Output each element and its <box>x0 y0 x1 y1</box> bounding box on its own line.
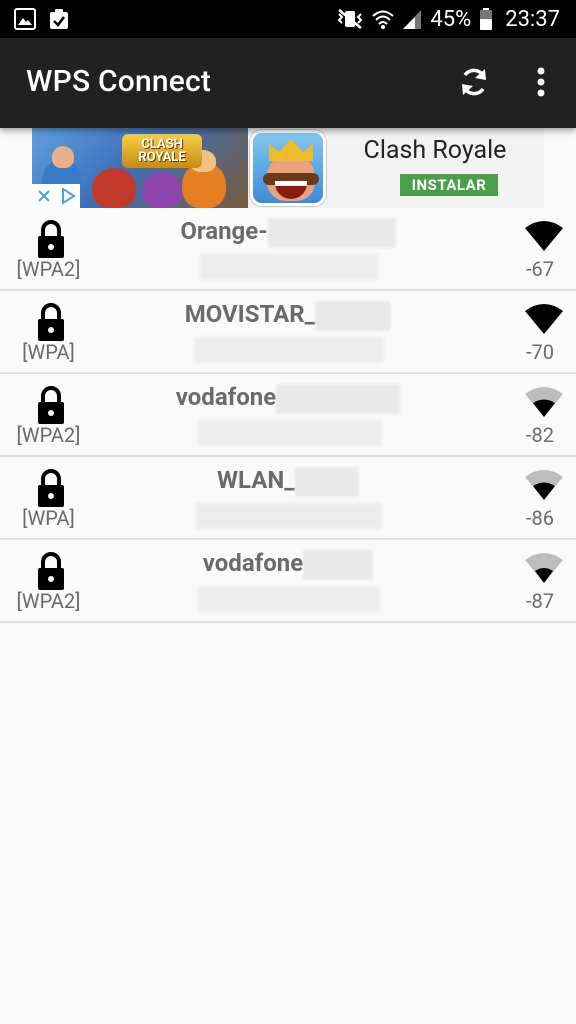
vibrate-mute-icon <box>337 9 363 29</box>
security-type: [WPA2] <box>16 589 81 613</box>
app-bar: WPS Connect <box>0 38 576 128</box>
network-bssid-blurred <box>194 337 384 363</box>
signal-strength: -86 <box>525 506 554 530</box>
battery-percent: 45% <box>430 6 472 32</box>
ad-game-logo: CLASH ROYALE <box>122 134 202 168</box>
clock: 23:37 <box>505 6 560 32</box>
ad-choices[interactable] <box>32 184 80 208</box>
network-ssid: vodafone <box>90 549 486 580</box>
lock-icon <box>38 386 64 424</box>
signal-strength: -82 <box>525 423 554 447</box>
close-icon[interactable] <box>36 188 52 204</box>
lock-icon <box>38 469 64 507</box>
network-bssid-blurred <box>198 586 380 612</box>
security-type: [WPA2] <box>16 423 81 447</box>
clipboard-check-icon <box>50 9 68 29</box>
gallery-notification-icon <box>14 8 36 30</box>
overflow-menu-icon[interactable] <box>524 62 558 102</box>
network-ssid: vodafone <box>90 383 486 414</box>
security-type: [WPA] <box>22 506 75 530</box>
refresh-icon[interactable] <box>454 62 494 102</box>
signal-strength: -67 <box>525 257 554 281</box>
cell-signal-icon <box>403 10 422 29</box>
signal-strength: -87 <box>525 589 554 613</box>
lock-icon <box>38 220 64 258</box>
lock-icon <box>38 303 64 341</box>
security-type: [WPA2] <box>16 257 81 281</box>
ad-title[interactable]: Clash Royale <box>332 136 538 165</box>
wifi-signal-icon <box>525 553 563 583</box>
network-bssid-blurred <box>198 420 382 446</box>
app-title: WPS Connect <box>26 64 212 99</box>
signal-strength: -70 <box>525 340 554 364</box>
ad-app-icon[interactable] <box>250 130 326 206</box>
network-ssid: WLAN_ <box>90 466 486 497</box>
wifi-signal-icon <box>525 387 563 417</box>
network-row[interactable]: [WPA] WLAN_ -86 <box>0 457 576 540</box>
network-row[interactable]: [WPA2] Orange- -67 <box>0 208 576 291</box>
ad-banner[interactable]: CLASH ROYALE Clash Royale INSTALAR <box>32 128 544 208</box>
network-row[interactable]: [WPA] MOVISTAR_ -70 <box>0 291 576 374</box>
wifi-signal-icon <box>525 221 563 251</box>
wifi-signal-icon <box>525 470 563 500</box>
network-row[interactable]: [WPA2] vodafone -82 <box>0 374 576 457</box>
ad-install-button[interactable]: INSTALAR <box>400 174 498 196</box>
adchoices-icon[interactable] <box>59 187 77 205</box>
wifi-status-icon <box>372 10 395 29</box>
status-bar: 45% 23:37 <box>0 0 576 38</box>
network-ssid: Orange- <box>90 217 486 248</box>
battery-icon <box>480 8 493 30</box>
network-row[interactable]: [WPA2] vodafone -87 <box>0 540 576 623</box>
lock-icon <box>38 552 64 590</box>
wifi-signal-icon <box>525 304 563 334</box>
network-ssid: MOVISTAR_ <box>90 300 486 331</box>
network-bssid-blurred <box>196 503 382 529</box>
network-bssid-blurred <box>200 254 378 280</box>
security-type: [WPA] <box>22 340 75 364</box>
network-list: [WPA2] Orange- -67 [WPA] MOVISTAR_ -70 [… <box>0 208 576 623</box>
